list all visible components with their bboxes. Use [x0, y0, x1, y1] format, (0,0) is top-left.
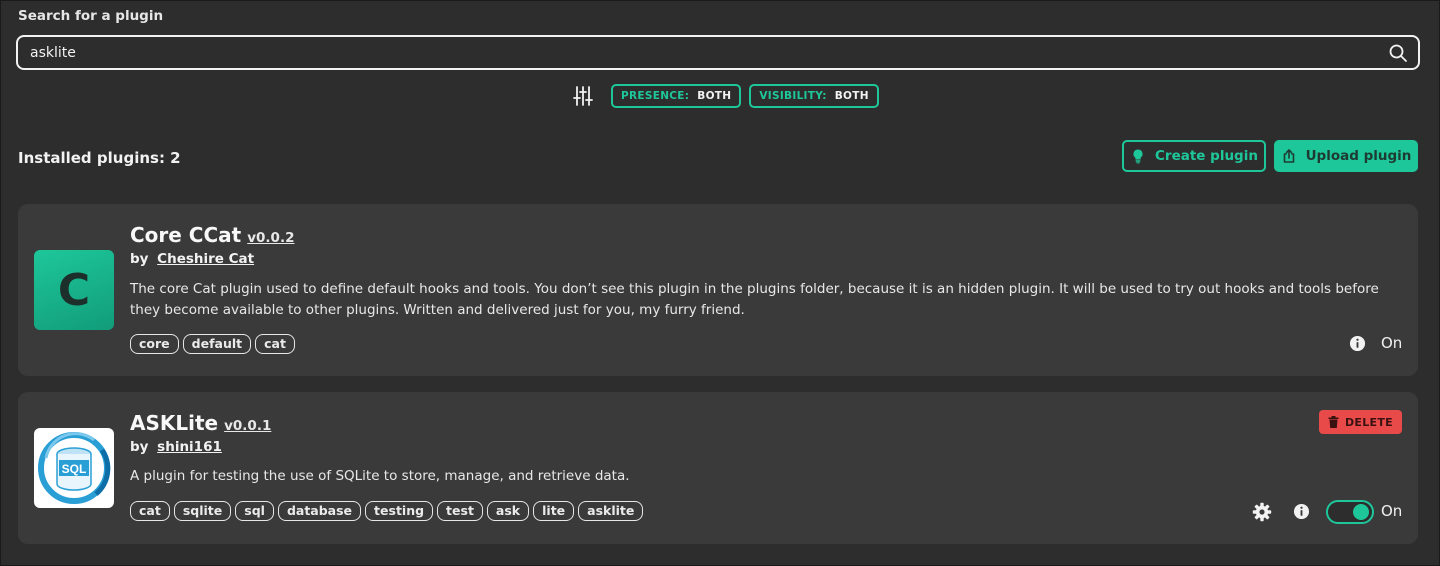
tag: sqlite [173, 501, 232, 521]
plugin-description: The core Cat plugin used to define defau… [130, 281, 1379, 318]
presence-filter[interactable]: PRESENCE: BOTH [611, 84, 742, 108]
sliders-icon[interactable] [573, 85, 593, 107]
delete-plugin-button[interactable]: DELETE [1319, 410, 1402, 434]
presence-filter-value: BOTH [697, 90, 732, 102]
info-icon[interactable] [1293, 503, 1310, 520]
tag: sql [235, 501, 274, 521]
visibility-filter-value: BOTH [834, 90, 869, 102]
plugin-author-row: by shini161 [130, 439, 222, 455]
search-label: Search for a plugin [18, 8, 164, 24]
author-prefix: by [130, 251, 149, 267]
sql-logo-text: SQL [62, 462, 87, 476]
filter-bar: PRESENCE: BOTH VISIBILITY: BOTH [573, 84, 879, 108]
plugin-enable-toggle[interactable] [1326, 500, 1374, 524]
sql-database-icon: SQL [38, 432, 111, 504]
info-icon[interactable] [1349, 335, 1366, 352]
create-plugin-button[interactable]: Create plugin [1122, 140, 1266, 172]
search-icon[interactable] [1388, 43, 1408, 63]
upload-icon [1283, 149, 1294, 163]
plugin-logo: SQL [34, 428, 114, 508]
upload-plugin-label: Upload plugin [1305, 148, 1412, 164]
gear-icon[interactable] [1252, 502, 1272, 522]
toggle-knob [1353, 504, 1369, 520]
lightbulb-icon [1133, 149, 1143, 164]
plugin-version-link[interactable]: v0.0.2 [247, 230, 294, 246]
plugin-name: Core CCat [130, 223, 242, 247]
trash-icon [1328, 416, 1339, 428]
tag: default [182, 334, 252, 354]
plugin-title-row: Core CCat v0.0.2 [130, 223, 294, 247]
plugin-name: ASKLite [130, 411, 219, 435]
plugin-author-link[interactable]: shini161 [157, 439, 222, 455]
author-prefix: by [130, 439, 149, 455]
plugin-tags: core default cat [130, 334, 295, 354]
plugin-author-link[interactable]: Cheshire Cat [157, 251, 254, 267]
tag: cat [130, 501, 170, 521]
visibility-filter-key: VISIBILITY: [759, 90, 827, 102]
plugin-logo: C [34, 250, 114, 330]
tag: asklite [578, 501, 644, 521]
upload-plugin-button[interactable]: Upload plugin [1274, 140, 1418, 172]
plugin-title-row: ASKLite v0.0.1 [130, 411, 271, 435]
tag: test [437, 501, 483, 521]
tag: database [277, 501, 362, 521]
presence-filter-key: PRESENCE: [621, 90, 690, 102]
tag: cat [255, 334, 295, 354]
installed-count: Installed plugins: 2 [18, 149, 181, 167]
plugin-author-row: by Cheshire Cat [130, 251, 254, 267]
search-input[interactable] [30, 37, 1370, 68]
plugin-card: SQL ASKLite v0.0.1 by shini161 A plugin … [18, 392, 1418, 544]
plugin-state-label: On [1381, 502, 1403, 520]
tag: ask [486, 501, 530, 521]
search-field[interactable] [16, 35, 1420, 70]
plugin-tags: cat sqlite sql database testing test ask… [130, 501, 644, 521]
plugin-state-label: On [1381, 334, 1403, 352]
tag: testing [365, 501, 434, 521]
plugin-card: C Core CCat v0.0.2 by Cheshire Cat The c… [18, 204, 1418, 376]
visibility-filter[interactable]: VISIBILITY: BOTH [749, 84, 879, 108]
plugin-description: A plugin for testing the use of SQLite t… [130, 468, 630, 484]
plugin-version-link[interactable]: v0.0.1 [224, 418, 271, 434]
tag: core [130, 334, 179, 354]
create-plugin-label: Create plugin [1155, 148, 1258, 164]
delete-plugin-label: DELETE [1345, 415, 1393, 429]
tag: lite [533, 501, 575, 521]
